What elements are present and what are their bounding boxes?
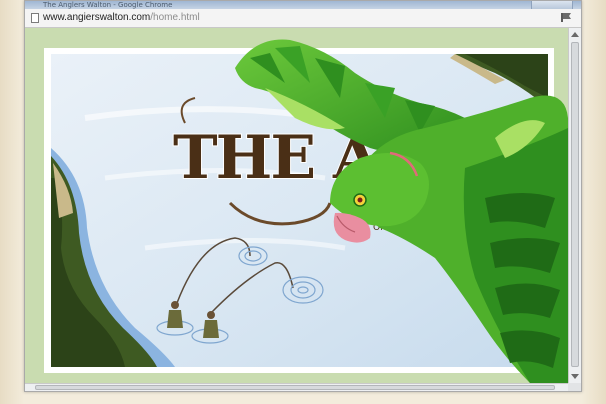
page-icon [31, 13, 39, 23]
vertical-scrollbar[interactable] [568, 28, 581, 383]
address-bar[interactable]: www.angierswalton.com/home.html [25, 9, 581, 28]
chevron-down-icon[interactable] [571, 374, 579, 379]
horizontal-scrollbar[interactable] [25, 383, 568, 391]
page-viewport: THE ANGL ON [25, 28, 568, 383]
feed-icon[interactable] [561, 13, 571, 22]
url-path: /home.html [150, 12, 200, 23]
vertical-scroll-thumb[interactable] [571, 42, 579, 367]
chevron-up-icon[interactable] [571, 32, 579, 37]
window-titlebar: The Anglers Walton - Google Chrome [25, 1, 581, 9]
banner-artwork: THE ANGL ON [44, 39, 568, 383]
browser-window: The Anglers Walton - Google Chrome www.a… [24, 0, 582, 392]
window-controls[interactable] [531, 1, 573, 9]
horizontal-scroll-thumb[interactable] [35, 385, 555, 390]
url-domain: www.angierswalton.com [43, 12, 151, 23]
url-field[interactable]: www.angierswalton.com/home.html [43, 11, 200, 25]
scrollbar-corner [568, 383, 581, 391]
window-title: The Anglers Walton - Google Chrome [43, 1, 173, 9]
